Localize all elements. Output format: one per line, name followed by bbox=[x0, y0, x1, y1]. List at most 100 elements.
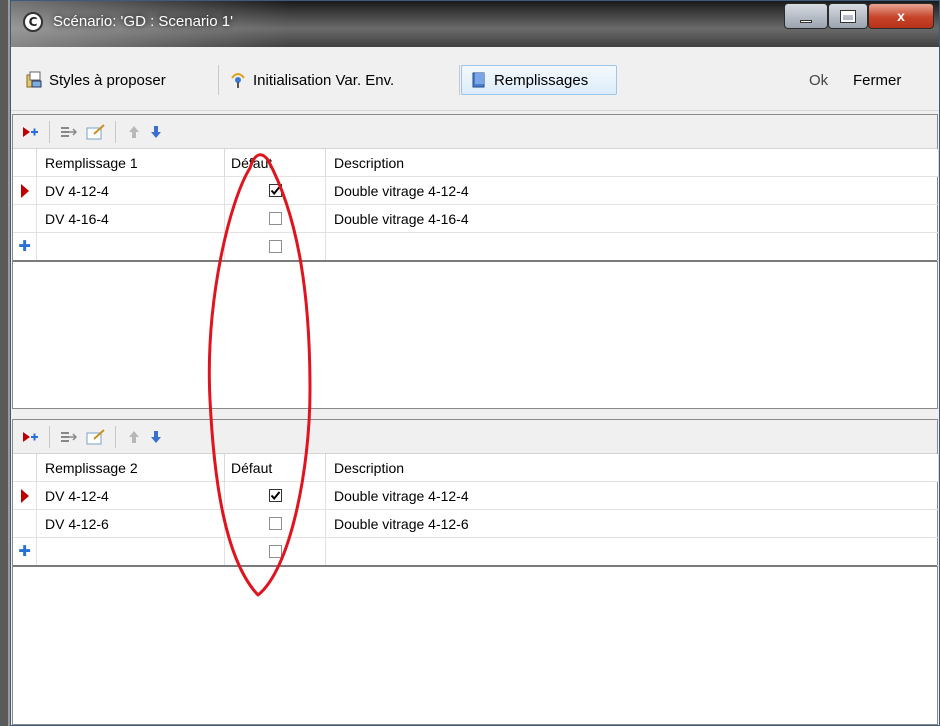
styles-icon bbox=[25, 71, 43, 89]
default-checkbox[interactable] bbox=[268, 240, 282, 253]
grid-header: Remplissage 2 Défaut Description bbox=[13, 454, 939, 482]
row-name-cell[interactable]: DV 4-12-4 bbox=[37, 482, 225, 510]
row-indicator-cell: ✚ bbox=[13, 233, 37, 261]
move-down-icon[interactable] bbox=[147, 428, 165, 446]
grid-bottom-border bbox=[13, 260, 937, 262]
panel-toolbar bbox=[13, 115, 937, 149]
table-row[interactable]: DV 4-16-4 Double vitrage 4-16-4 bbox=[13, 205, 939, 233]
close-icon: x bbox=[897, 8, 905, 24]
row-name-cell[interactable]: DV 4-12-6 bbox=[37, 510, 225, 538]
new-row-plus-icon: ✚ bbox=[18, 543, 31, 560]
row-indicator-cell: ✚ bbox=[13, 538, 37, 566]
app-icon[interactable]: C bbox=[23, 12, 43, 32]
default-checkbox[interactable] bbox=[268, 212, 282, 225]
toolbar-separator bbox=[218, 65, 219, 95]
row-name-cell[interactable] bbox=[37, 233, 225, 261]
toolbar-separator bbox=[459, 65, 460, 95]
ok-label: Ok bbox=[809, 71, 829, 89]
row-name-cell[interactable] bbox=[37, 538, 225, 566]
check-icon bbox=[270, 186, 280, 196]
row-default-cell[interactable] bbox=[225, 538, 326, 566]
title-bar[interactable]: C Scénario: 'GD : Scenario 1' x bbox=[11, 1, 939, 47]
row-description-cell[interactable]: Double vitrage 4-12-6 bbox=[326, 510, 939, 538]
add-row-icon[interactable] bbox=[21, 123, 39, 141]
move-down-icon[interactable] bbox=[147, 123, 165, 141]
check-icon bbox=[270, 491, 280, 501]
background-edge bbox=[0, 0, 8, 726]
styles-button[interactable]: Styles à proposer bbox=[25, 65, 166, 95]
scenario-window: C Scénario: 'GD : Scenario 1' x Styles à… bbox=[10, 0, 940, 726]
row-default-cell[interactable] bbox=[225, 205, 326, 233]
panel-toolbar-separator bbox=[115, 426, 116, 448]
table-row[interactable]: DV 4-12-4 Double vitrage 4-12-4 bbox=[13, 177, 939, 205]
move-up-icon[interactable] bbox=[125, 428, 143, 446]
remplissage-panel-1: Remplissage 1 Défaut Description DV 4-12… bbox=[12, 114, 939, 409]
row-default-cell[interactable] bbox=[225, 510, 326, 538]
row-description-cell[interactable]: Double vitrage 4-12-4 bbox=[326, 177, 939, 205]
column-header-name[interactable]: Remplissage 2 bbox=[37, 454, 225, 482]
row-description-cell[interactable] bbox=[326, 538, 939, 566]
styles-label: Styles à proposer bbox=[49, 71, 166, 89]
fermer-label: Fermer bbox=[853, 71, 902, 89]
current-row-indicator-icon bbox=[20, 488, 29, 503]
table-row[interactable]: DV 4-12-4 Double vitrage 4-12-4 bbox=[13, 482, 939, 510]
row-default-cell[interactable] bbox=[225, 177, 326, 205]
new-row[interactable]: ✚ bbox=[13, 233, 939, 261]
default-checkbox[interactable] bbox=[268, 517, 282, 530]
main-toolbar: Styles à proposer Initialisation Var. En… bbox=[11, 47, 939, 111]
row-description-cell[interactable] bbox=[326, 233, 939, 261]
panel-toolbar bbox=[13, 420, 937, 454]
window-title: Scénario: 'GD : Scenario 1' bbox=[53, 13, 233, 30]
app-icon-glyph: C bbox=[28, 15, 38, 29]
new-row-plus-icon: ✚ bbox=[18, 238, 31, 255]
row-indicator-cell bbox=[13, 482, 37, 510]
fermer-button[interactable]: Fermer bbox=[853, 65, 901, 95]
row-description-cell[interactable]: Double vitrage 4-16-4 bbox=[326, 205, 939, 233]
remplissages-tab[interactable]: Remplissages bbox=[461, 65, 617, 95]
minimize-icon bbox=[800, 19, 812, 23]
maximize-icon bbox=[840, 9, 856, 23]
grid-header: Remplissage 1 Défaut Description bbox=[13, 149, 939, 177]
grid-bottom-border bbox=[13, 565, 937, 567]
column-header-default[interactable]: Défaut bbox=[225, 149, 326, 177]
column-header-description[interactable]: Description bbox=[326, 149, 939, 177]
panel-toolbar-separator bbox=[49, 121, 50, 143]
row-indicator-cell bbox=[13, 510, 37, 538]
column-header-description[interactable]: Description bbox=[326, 454, 939, 482]
panel-splitter[interactable] bbox=[12, 409, 938, 419]
panel-toolbar-separator bbox=[115, 121, 116, 143]
default-checkbox[interactable] bbox=[268, 545, 282, 558]
init-icon bbox=[229, 71, 247, 89]
ok-button[interactable]: Ok bbox=[809, 65, 828, 95]
minimize-button[interactable] bbox=[784, 3, 828, 29]
remplissage-panel-2: Remplissage 2 Défaut Description DV 4-12… bbox=[12, 419, 939, 725]
panel-toolbar-separator bbox=[49, 426, 50, 448]
row-indicator-cell bbox=[13, 205, 37, 233]
init-label: Initialisation Var. Env. bbox=[253, 71, 395, 89]
edit-icon[interactable] bbox=[85, 428, 107, 446]
current-row-indicator-icon bbox=[20, 183, 29, 198]
header-indicator-cell bbox=[13, 454, 37, 482]
row-indicator-cell bbox=[13, 177, 37, 205]
default-checkbox[interactable] bbox=[268, 489, 282, 502]
column-header-name[interactable]: Remplissage 1 bbox=[37, 149, 225, 177]
init-env-button[interactable]: Initialisation Var. Env. bbox=[229, 65, 394, 95]
table-row[interactable]: DV 4-12-6 Double vitrage 4-12-6 bbox=[13, 510, 939, 538]
add-row-icon[interactable] bbox=[21, 428, 39, 446]
row-default-cell[interactable] bbox=[225, 233, 326, 261]
column-header-default[interactable]: Défaut bbox=[225, 454, 326, 482]
new-row[interactable]: ✚ bbox=[13, 538, 939, 566]
move-up-icon[interactable] bbox=[125, 123, 143, 141]
remplissages-icon bbox=[470, 71, 488, 89]
close-button[interactable]: x bbox=[868, 3, 934, 29]
row-name-cell[interactable]: DV 4-12-4 bbox=[37, 177, 225, 205]
insert-icon[interactable] bbox=[59, 123, 77, 141]
edit-icon[interactable] bbox=[85, 123, 107, 141]
default-checkbox[interactable] bbox=[268, 184, 282, 197]
header-indicator-cell bbox=[13, 149, 37, 177]
insert-icon[interactable] bbox=[59, 428, 77, 446]
row-description-cell[interactable]: Double vitrage 4-12-4 bbox=[326, 482, 939, 510]
maximize-button[interactable] bbox=[828, 3, 868, 29]
row-default-cell[interactable] bbox=[225, 482, 326, 510]
row-name-cell[interactable]: DV 4-16-4 bbox=[37, 205, 225, 233]
